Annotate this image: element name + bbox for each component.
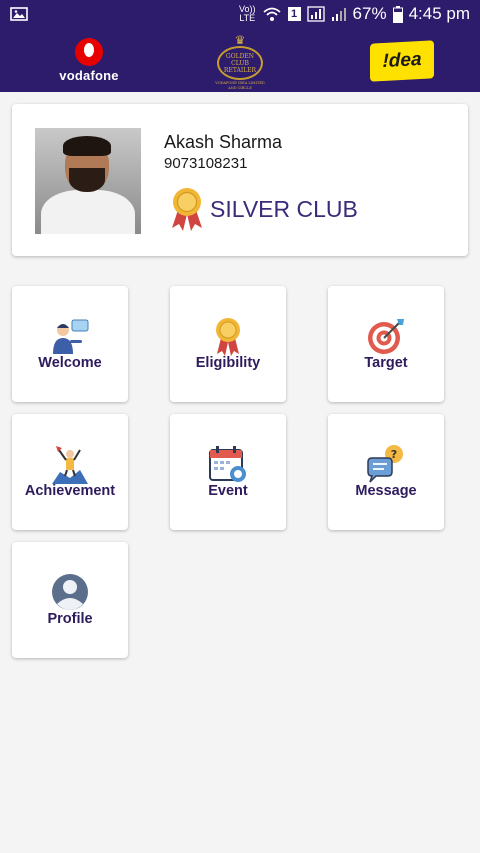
tile-welcome[interactable]: Welcome: [12, 286, 128, 402]
avatar: [35, 128, 141, 234]
tile-profile-label: Profile: [47, 611, 93, 627]
award-ribbon-icon: [172, 188, 202, 231]
vodafone-logo-text: vodafone: [59, 68, 119, 83]
idea-logo: !dea: [370, 40, 434, 82]
wifi-icon: [262, 7, 281, 21]
tile-achievement[interactable]: Achievement: [12, 414, 128, 530]
tile-message[interactable]: ? Message: [328, 414, 444, 530]
tile-profile[interactable]: Profile: [12, 542, 128, 658]
golden-club-sub: VODAFONE IDEA LIMITED: [215, 81, 265, 85]
tile-achievement-label: Achievement: [24, 483, 116, 499]
achievement-icon: [52, 446, 88, 484]
gallery-notification-icon: [10, 7, 28, 21]
battery-percent: 67%: [352, 4, 387, 23]
signal-icon: [306, 6, 325, 22]
user-phone: 9073108231: [164, 155, 248, 172]
tile-event-label: Event: [208, 483, 248, 499]
tile-target[interactable]: Target: [328, 286, 444, 402]
golden-club-sub2: AND CIRCLE: [228, 86, 252, 90]
golden-club-line1: GOLDEN: [225, 52, 255, 60]
sim-badge: 1: [287, 7, 301, 21]
profile-card: Akash Sharma 9073108231 SILVER CLUB: [12, 104, 468, 256]
profile-icon: [52, 574, 88, 610]
club-name: SILVER CLUB: [210, 195, 358, 222]
golden-club-retailer-logo: ♛ GOLDEN CLUB RETAILER VODAFONE IDEA LIM…: [212, 33, 268, 90]
tile-eligibility-label: Eligibility: [195, 355, 261, 371]
tile-welcome-label: Welcome: [38, 355, 102, 371]
signal-2-icon: [331, 8, 346, 21]
app-header: vodafone ♛ GOLDEN CLUB RETAILER VODAFONE…: [0, 28, 480, 92]
tile-target-label: Target: [364, 355, 408, 371]
golden-club-line2: CLUB: [231, 59, 249, 67]
user-name: Akash Sharma: [164, 132, 283, 152]
clock: 4:45 pm: [408, 4, 470, 23]
crown-icon: ♛: [234, 33, 246, 47]
club-status: SILVER CLUB: [170, 186, 358, 232]
volte-indicator: Vo)) LTE: [239, 4, 256, 23]
status-bar: Vo)) LTE 1 67% 4:45 pm: [0, 0, 480, 28]
tile-event[interactable]: Event: [170, 414, 286, 530]
battery-icon: [392, 5, 403, 23]
target-icon: [368, 319, 404, 354]
tile-eligibility[interactable]: Eligibility: [170, 286, 286, 402]
welcome-icon: [53, 319, 89, 354]
laurel-wreath-icon: GOLDEN CLUB RETAILER: [217, 46, 263, 80]
message-icon: ?: [367, 445, 403, 483]
tile-message-label: Message: [355, 483, 417, 499]
medal-icon: [216, 318, 240, 356]
calendar-icon: [209, 446, 246, 482]
vodafone-logo: vodafone: [58, 38, 120, 84]
vodafone-speechmark-icon: [75, 38, 103, 66]
golden-club-line3: RETAILER: [223, 66, 257, 74]
